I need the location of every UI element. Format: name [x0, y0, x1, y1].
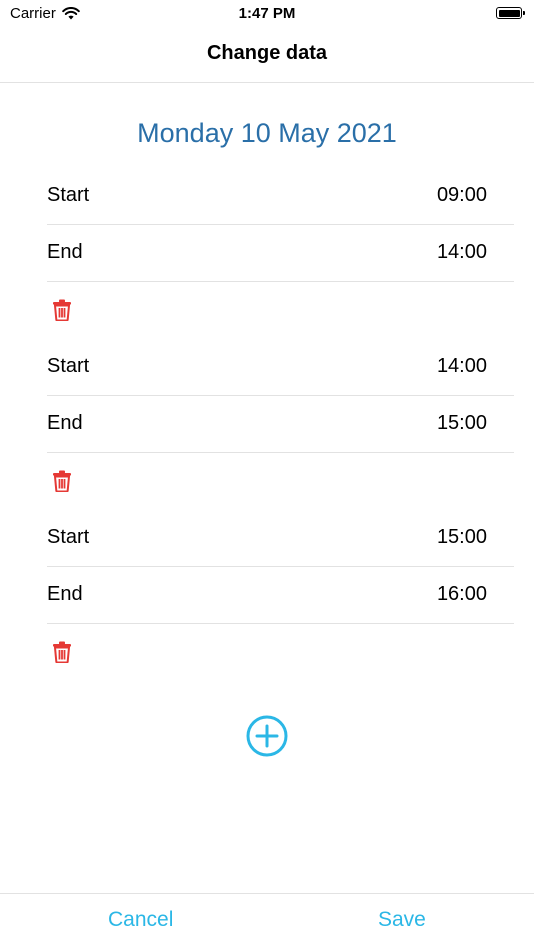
trash-icon[interactable] — [52, 299, 72, 321]
save-button[interactable]: Save — [378, 908, 426, 932]
end-time-row[interactable]: End 14:00 — [47, 225, 514, 282]
start-time-value: 15:00 — [436, 526, 487, 548]
delete-row — [47, 453, 514, 510]
end-label: End — [47, 412, 83, 434]
trash-icon[interactable] — [52, 470, 72, 492]
delete-row — [47, 282, 514, 339]
end-time-row[interactable]: End 16:00 — [47, 567, 514, 624]
date-heading: Monday 10 May 2021 — [137, 118, 397, 148]
end-time-value: 16:00 — [436, 583, 487, 605]
page-title: Change data — [206, 42, 328, 64]
start-label: Start — [47, 355, 90, 377]
trash-icon[interactable] — [52, 641, 72, 663]
status-bar: Carrier 1:47 PM — [0, 0, 534, 28]
start-time-row[interactable]: Start 15:00 — [47, 510, 514, 567]
start-label: Start — [47, 526, 90, 548]
end-time-value: 14:00 — [436, 241, 487, 263]
end-label: End — [47, 583, 83, 605]
start-time-row[interactable]: Start 09:00 — [47, 168, 514, 225]
cancel-button[interactable]: Cancel — [108, 908, 173, 932]
add-entry-button[interactable] — [246, 715, 288, 757]
navigation-bar: Change data — [0, 28, 534, 83]
time-entries-list: Start 09:00 End 14:00 Start 14:00 End 15… — [47, 168, 514, 681]
end-label: End — [47, 241, 83, 263]
bottom-toolbar: Cancel Save — [0, 893, 534, 951]
start-time-value: 09:00 — [436, 184, 487, 206]
end-time-value: 15:00 — [436, 412, 487, 434]
start-time-row[interactable]: Start 14:00 — [47, 339, 514, 396]
status-time: 1:47 PM — [238, 5, 296, 22]
start-time-value: 14:00 — [436, 355, 487, 377]
start-label: Start — [47, 184, 90, 206]
end-time-row[interactable]: End 15:00 — [47, 396, 514, 453]
delete-row — [47, 624, 514, 681]
battery-icon — [496, 7, 525, 19]
